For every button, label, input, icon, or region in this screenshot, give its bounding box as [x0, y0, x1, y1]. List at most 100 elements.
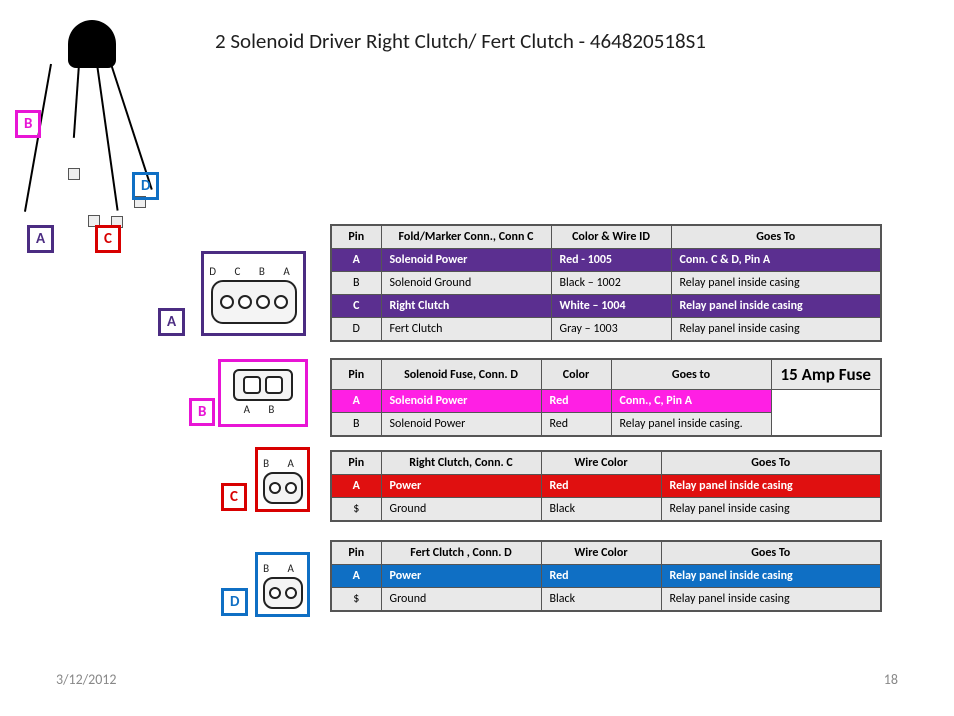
connector-tag-c: C: [221, 483, 247, 511]
socket-round2-icon: [263, 577, 303, 609]
connector-tag-a: A: [158, 308, 185, 336]
cell: D: [331, 318, 381, 342]
cell: Red: [541, 390, 611, 413]
cell: Ground: [381, 498, 541, 522]
cell: White – 1004: [551, 295, 671, 318]
harness-wire: [96, 64, 119, 211]
table-row: $GroundBlackRelay panel inside casing: [331, 588, 881, 612]
cell: Red: [541, 413, 611, 437]
table-connector-a: Pin Fold/Marker Conn., Conn C Color & Wi…: [330, 224, 882, 342]
cell: Power: [381, 475, 541, 498]
connector-tag-d: D: [221, 588, 248, 616]
cell: Relay panel inside casing: [661, 588, 881, 612]
cell: Conn., C, Pin A: [611, 390, 771, 413]
cell: Black – 1002: [551, 272, 671, 295]
th-color: Wire Color: [541, 541, 661, 565]
harness-wire: [73, 64, 80, 138]
cell: Solenoid Power: [381, 413, 541, 437]
table-connector-b: Pin Solenoid Fuse, Conn. D Color Goes to…: [330, 358, 882, 437]
table-header-row: Pin Right Clutch, Conn. C Wire Color Goe…: [331, 451, 881, 475]
cell: Black: [541, 588, 661, 612]
th-color: Color: [541, 359, 611, 390]
cell: Ground: [381, 588, 541, 612]
table-connector-d: Pin Fert Clutch , Conn. D Wire Color Goe…: [330, 540, 882, 612]
cell: Right Clutch: [381, 295, 551, 318]
callout-b: B: [15, 110, 41, 138]
cell: Solenoid Ground: [381, 272, 551, 295]
cell: B: [331, 413, 381, 437]
callout-c: C: [95, 225, 121, 253]
th-pin: Pin: [331, 225, 381, 249]
table-body: APowerRedRelay panel inside casing$Groun…: [331, 565, 881, 612]
callout-a: A: [27, 225, 54, 253]
th-pin: Pin: [331, 541, 381, 565]
footer-page-number: 18: [884, 671, 898, 688]
table-row: APowerRedRelay panel inside casing: [331, 565, 881, 588]
connector-tag-b: B: [189, 398, 215, 426]
cell: A: [331, 390, 381, 413]
footer-date: 3/12/2012: [56, 671, 116, 688]
table-body: ASolenoid PowerRed - 1005Conn. C & D, Pi…: [331, 249, 881, 342]
table-row: BSolenoid GroundBlack – 1002Relay panel …: [331, 272, 881, 295]
fuse-label: 15 Amp Fuse: [771, 359, 881, 390]
table-header-row: Pin Fold/Marker Conn., Conn C Color & Wi…: [331, 225, 881, 249]
table-row: $GroundBlackRelay panel inside casing: [331, 498, 881, 522]
connector-c-diagram: B A: [255, 447, 310, 512]
cell: Solenoid Power: [381, 390, 541, 413]
cell: C: [331, 295, 381, 318]
th-goesto: Goes To: [661, 451, 881, 475]
cell: Black: [541, 498, 661, 522]
th-desc: Right Clutch, Conn. C: [381, 451, 541, 475]
cell: Power: [381, 565, 541, 588]
table-body: APowerRedRelay panel inside casing$Groun…: [331, 475, 881, 522]
cell: Red - 1005: [551, 249, 671, 272]
th-desc: Solenoid Fuse, Conn. D: [381, 359, 541, 390]
cell: Relay panel inside casing: [661, 565, 881, 588]
cell: Gray – 1003: [551, 318, 671, 342]
socket-2pin-icon: [233, 369, 293, 401]
harness-cap: [68, 20, 116, 68]
connector-b-diagram: A B: [218, 359, 308, 427]
table-connector-c: Pin Right Clutch, Conn. C Wire Color Goe…: [330, 450, 882, 522]
table-row: CRight ClutchWhite – 1004Relay panel ins…: [331, 295, 881, 318]
th-desc: Fold/Marker Conn., Conn C: [381, 225, 551, 249]
harness-wire: [110, 64, 153, 190]
cell: Red: [541, 565, 661, 588]
th-goesto: Goes To: [661, 541, 881, 565]
cell: Relay panel inside casing: [661, 475, 881, 498]
harness-diagram: [38, 20, 148, 240]
table-header-row: Pin Fert Clutch , Conn. D Wire Color Goe…: [331, 541, 881, 565]
cell: Solenoid Power: [381, 249, 551, 272]
connector-c-pins: B A: [263, 455, 302, 472]
cell: Relay panel inside casing: [661, 498, 881, 522]
th-color: Wire Color: [541, 451, 661, 475]
cell: A: [331, 249, 381, 272]
cell: A: [331, 565, 381, 588]
connector-b-pins: A B: [244, 401, 283, 418]
table-row: ASolenoid PowerRedConn., C, Pin A: [331, 390, 881, 413]
page-title: 2 Solenoid Driver Right Clutch/ Fert Clu…: [215, 28, 706, 54]
table-row: ASolenoid PowerRed - 1005Conn. C & D, Pi…: [331, 249, 881, 272]
table-row: BSolenoid PowerRedRelay panel inside cas…: [331, 413, 881, 437]
cell: Relay panel inside casing: [671, 295, 881, 318]
cell: $: [331, 588, 381, 612]
connector-d-pins: B A: [263, 560, 302, 577]
socket-4pin-icon: [211, 280, 297, 324]
cell: $: [331, 498, 381, 522]
cell: Relay panel inside casing: [671, 272, 881, 295]
th-desc: Fert Clutch , Conn. D: [381, 541, 541, 565]
table-row: APowerRedRelay panel inside casing: [331, 475, 881, 498]
harness-plug-b: [68, 168, 80, 180]
th-pin: Pin: [331, 451, 381, 475]
connector-d-diagram: B A: [255, 552, 310, 617]
th-color: Color & Wire ID: [551, 225, 671, 249]
th-goesto: Goes to: [611, 359, 771, 390]
th-goesto: Goes To: [671, 225, 881, 249]
cell: Fert Clutch: [381, 318, 551, 342]
socket-round2-icon: [263, 472, 303, 504]
cell: B: [331, 272, 381, 295]
th-pin: Pin: [331, 359, 381, 390]
table-header-row: Pin Solenoid Fuse, Conn. D Color Goes to…: [331, 359, 881, 390]
connector-a-pins: D C B A: [209, 263, 297, 280]
table-row: DFert ClutchGray – 1003Relay panel insid…: [331, 318, 881, 342]
